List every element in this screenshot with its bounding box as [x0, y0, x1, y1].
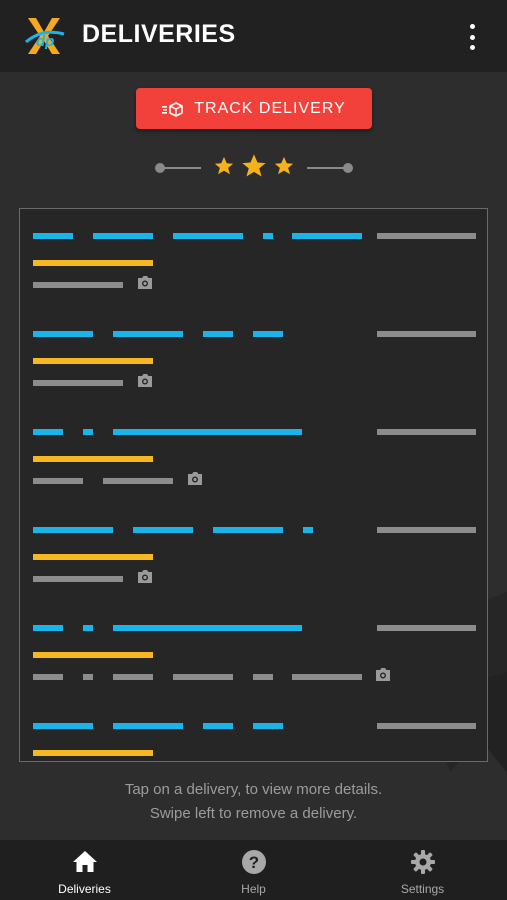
home-icon [72, 851, 97, 872]
star-icon [242, 154, 266, 177]
hint-line-2: Swipe left to remove a delivery. [149, 805, 358, 822]
nav-label-settings: Settings [400, 882, 445, 896]
star-icon [214, 156, 234, 175]
hint-text: Tap on a delivery, to view more details.… [0, 778, 507, 826]
nav-label-deliveries: Deliveries [58, 882, 111, 896]
list-item[interactable] [20, 227, 487, 325]
app-bar: dp DELIVERIES [0, 0, 507, 72]
camera-icon [138, 374, 152, 387]
nav-label-help: Help [241, 882, 266, 896]
nav-item-help[interactable]: ? Help [169, 840, 338, 900]
nav-item-settings[interactable]: Settings [338, 840, 507, 900]
package-icon [162, 101, 184, 117]
bottom-navigation: Deliveries ? Help Settings [0, 840, 507, 900]
svg-text:dp: dp [36, 33, 54, 50]
track-delivery-button[interactable]: TRACK DELIVERY [136, 88, 372, 129]
page-title: DELIVERIES [82, 20, 236, 48]
delivery-list[interactable] [19, 208, 488, 762]
nav-item-deliveries[interactable]: Deliveries [0, 840, 169, 900]
help-icon: ? [241, 850, 266, 874]
rating-indicator [155, 152, 353, 182]
app-logo: dp [25, 18, 65, 54]
camera-icon [138, 570, 152, 583]
list-item[interactable] [20, 619, 487, 717]
list-item[interactable] [20, 325, 487, 423]
list-item[interactable] [20, 717, 487, 761]
svg-text:?: ? [248, 853, 258, 872]
camera-icon [376, 668, 390, 681]
overflow-menu-icon[interactable] [462, 24, 482, 50]
star-icon [274, 156, 294, 175]
gear-icon [410, 850, 435, 874]
camera-icon [138, 276, 152, 289]
list-item[interactable] [20, 521, 487, 619]
track-delivery-label: TRACK DELIVERY [194, 99, 346, 117]
list-item[interactable] [20, 423, 487, 521]
hint-line-1: Tap on a delivery, to view more details. [124, 781, 383, 798]
camera-icon [188, 472, 202, 485]
